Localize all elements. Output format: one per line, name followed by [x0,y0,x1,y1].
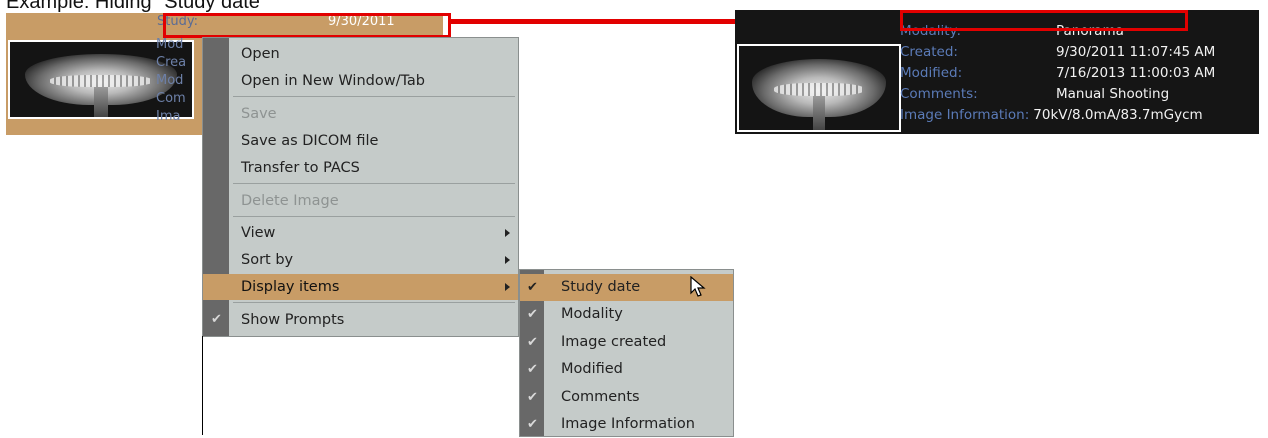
menu-item-open[interactable]: Open [203,41,518,67]
detail-row: Created: 9/30/2011 11:07:45 AM [900,43,1215,62]
submenu-item-image-information[interactable]: ✔ Image Information [520,411,733,438]
detail-row: Comments: Manual Shooting [900,85,1169,104]
menu-separator [233,96,515,97]
modality-label-truncated: Mod [156,37,184,52]
detail-label: Modified: [900,65,963,81]
mouse-pointer-icon [690,276,706,297]
detail-value: 7/16/2013 11:00:03 AM [1056,65,1216,81]
detail-row: Image Information: 70kV/8.0mA/83.7mGycm [900,106,1203,125]
submenu-item-image-created[interactable]: ✔ Image created [520,329,733,356]
submenu-arrow-icon [505,283,510,291]
submenu-item-comments[interactable]: ✔ Comments [520,384,733,411]
menu-item-show-prompts[interactable]: ✔ Show Prompts [203,307,518,333]
comments-label-truncated: Com [156,91,186,106]
menu-separator [233,183,515,184]
menu-shadow-line [202,336,203,435]
check-icon: ✔ [527,390,538,405]
submenu-item-modality[interactable]: ✔ Modality [520,301,733,328]
menu-item-save-dicom[interactable]: Save as DICOM file [203,128,518,154]
check-icon: ✔ [527,362,538,377]
image-info-label-truncated: Ima [156,109,181,124]
submenu-arrow-icon [505,256,510,264]
study-date-highlight-box [163,13,451,38]
detail-label: Created: [900,44,958,60]
submenu-arrow-icon [505,229,510,237]
menu-item-sort-by[interactable]: Sort by [203,247,518,273]
check-icon: ✔ [527,335,538,350]
modified-label-truncated: Mod [156,73,184,88]
check-icon: ✔ [527,417,538,432]
panoramic-xray-image [737,44,901,132]
submenu-item-modified[interactable]: ✔ Modified [520,356,733,383]
menu-item-transfer-pacs[interactable]: Transfer to PACS [203,155,518,181]
hidden-study-date-box [900,10,1188,31]
check-icon: ✔ [211,312,222,327]
menu-item-delete-image: Delete Image [241,193,339,209]
menu-item-view[interactable]: View [203,220,518,246]
menu-item-open-new-window[interactable]: Open in New Window/Tab [203,68,518,94]
detail-value: 70kV/8.0mA/83.7mGycm [1033,107,1203,123]
detail-label: Comments: [900,86,978,102]
detail-value: Manual Shooting [1056,86,1170,102]
example-heading: Example: Hiding "Study date" [6,0,268,13]
detail-label: Image Information: [900,107,1030,123]
detail-row: Modified: 7/16/2013 11:00:03 AM [900,64,1215,83]
detail-value: 9/30/2011 11:07:45 AM [1056,44,1216,60]
check-icon: ✔ [527,307,538,322]
menu-separator [233,302,515,303]
menu-item-save: Save [241,106,277,122]
menu-item-display-items[interactable]: Display items [203,274,518,300]
menu-separator [233,216,515,217]
created-label-truncated: Crea [156,55,187,70]
context-menu: Open Open in New Window/Tab Save Save as… [202,37,519,337]
check-icon: ✔ [527,280,538,295]
